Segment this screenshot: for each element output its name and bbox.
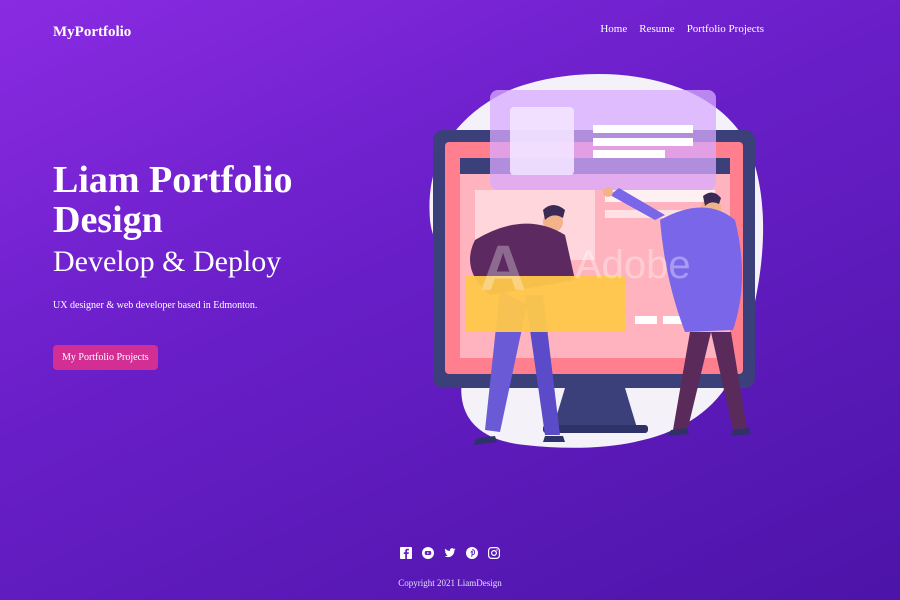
portfolio-projects-button[interactable]: My Portfolio Projects <box>53 345 158 370</box>
hero-title: Liam Portfolio Design <box>53 160 373 240</box>
nav-portfolio-projects[interactable]: Portfolio Projects <box>687 23 764 35</box>
nav-resume[interactable]: Resume <box>639 23 674 35</box>
social-links <box>0 546 900 560</box>
main-nav: Home Resume Portfolio Projects <box>600 23 764 35</box>
youtube-icon[interactable] <box>422 546 434 559</box>
hero-section: Liam Portfolio Design Develop & Deploy U… <box>53 160 373 311</box>
hero-title-line2: Design <box>53 199 163 241</box>
hero-subtitle: Develop & Deploy <box>53 245 282 278</box>
twitter-icon[interactable] <box>444 546 456 558</box>
facebook-icon[interactable] <box>400 546 412 559</box>
copyright-text: Copyright 2021 LiamDesign <box>398 578 502 588</box>
hero-title-line1: Liam Portfolio <box>53 159 293 201</box>
hero-description: UX designer & web developer based in Edm… <box>53 300 258 311</box>
nav-home[interactable]: Home <box>600 23 627 35</box>
site-header: MyPortfolio Home Resume Portfolio Projec… <box>0 0 900 60</box>
instagram-icon[interactable] <box>488 546 501 560</box>
monitor-stand <box>553 388 637 428</box>
pinterest-icon[interactable] <box>466 546 478 559</box>
svg-text:A: A <box>480 232 526 304</box>
brand-logo[interactable]: MyPortfolio <box>53 24 131 41</box>
adobe-watermark: Adobe <box>575 243 691 287</box>
hero-illustration: Adobe A <box>429 74 764 448</box>
